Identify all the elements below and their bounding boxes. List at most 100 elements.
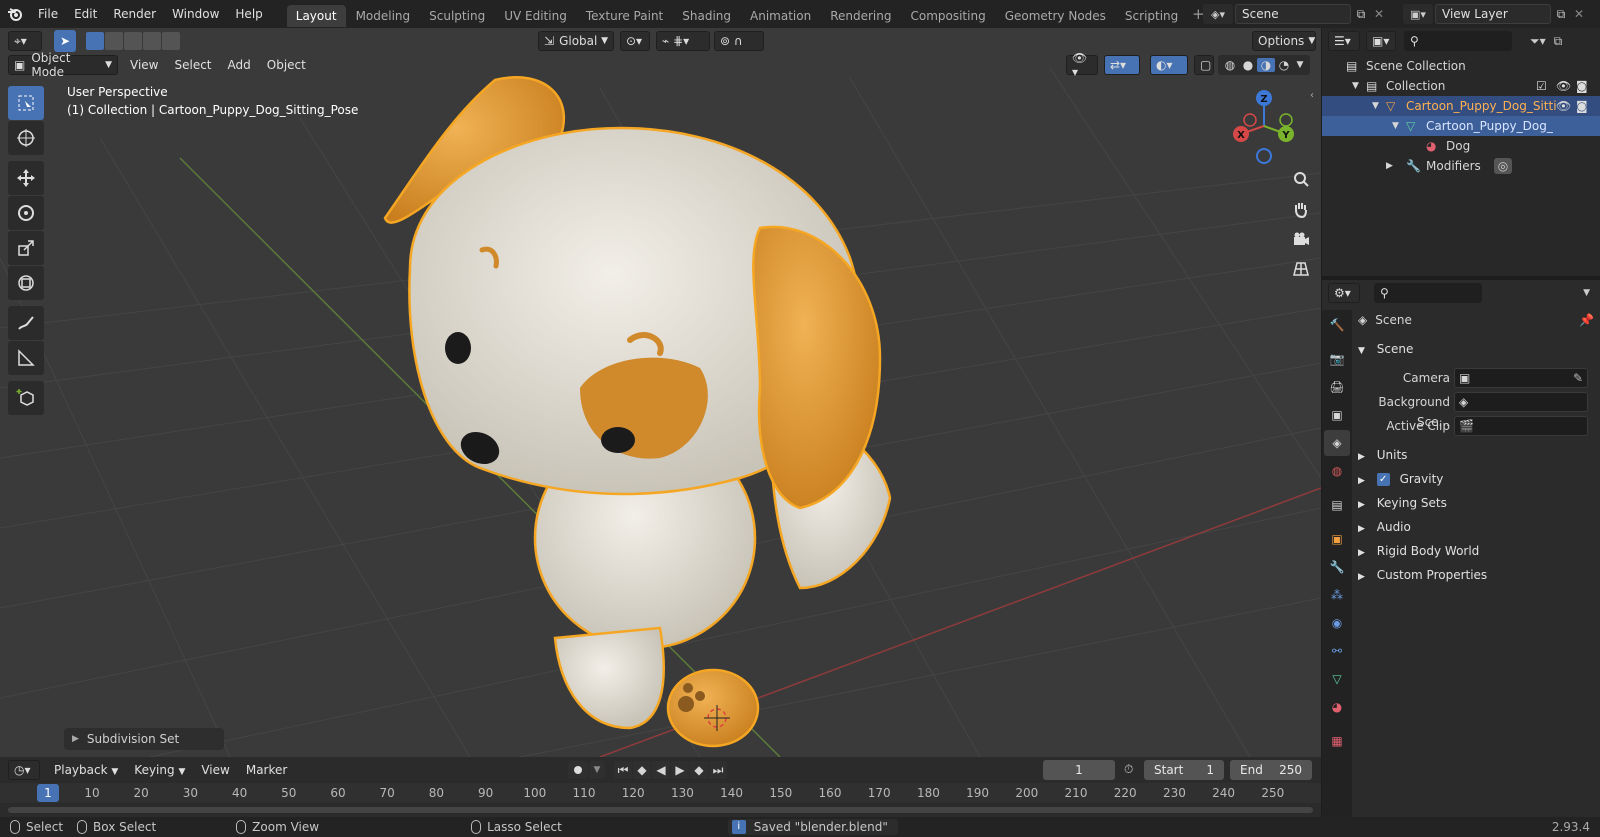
current-frame-field[interactable]: 1 xyxy=(1043,760,1115,780)
play-reverse-icon[interactable]: ◀ xyxy=(652,761,670,779)
physics-tab-icon[interactable]: ◉ xyxy=(1324,610,1350,636)
pin-icon[interactable]: 📌 xyxy=(1579,313,1594,327)
tab-compositing[interactable]: Compositing xyxy=(901,5,994,27)
mode-dropdown[interactable]: ▣ Object Mode ▼ xyxy=(8,51,118,79)
tab-modeling[interactable]: Modeling xyxy=(347,5,420,27)
zoom-icon[interactable] xyxy=(1288,166,1314,192)
overlay-toggle[interactable]: ◐▾ xyxy=(1150,55,1188,75)
output-tab-icon[interactable]: 🖨 xyxy=(1324,374,1350,400)
rotate-tool[interactable] xyxy=(8,196,44,230)
constraints-tab-icon[interactable]: ⚯ xyxy=(1324,638,1350,664)
playback-menu[interactable]: Playback ▼ xyxy=(46,763,126,777)
eye-icon[interactable]: 👁 xyxy=(1556,76,1571,96)
properties-editor-type-icon[interactable]: ⚙▾ xyxy=(1328,283,1360,303)
pivot-point-dropdown[interactable]: ⊙▾ xyxy=(620,31,650,51)
play-icon[interactable]: ▶ xyxy=(671,761,689,779)
timeline-editor-type-icon[interactable]: ◷▾ xyxy=(8,760,40,780)
camera-view-icon[interactable] xyxy=(1288,226,1314,252)
modifier-tab-icon[interactable]: 🔧 xyxy=(1324,554,1350,580)
gizmo-toggle[interactable]: ⇄▾ xyxy=(1104,55,1140,75)
rendered-shading-icon[interactable]: ◔ xyxy=(1275,58,1293,72)
tab-shading[interactable]: Shading xyxy=(673,5,740,27)
object-tab-icon[interactable]: ▣ xyxy=(1324,526,1350,552)
tool-tab-icon[interactable]: 🔨 xyxy=(1324,312,1350,338)
wireframe-shading-icon[interactable]: ◍ xyxy=(1221,58,1239,72)
editor-type-icon[interactable]: ⌖▾ xyxy=(8,31,42,51)
data-tab-icon[interactable]: ▽ xyxy=(1324,666,1350,692)
custom-properties-panel[interactable]: ▶ Custom Properties xyxy=(1358,564,1594,586)
menu-render[interactable]: Render xyxy=(105,0,164,28)
outliner-row-scene-collection[interactable]: ▤ Scene Collection xyxy=(1322,56,1600,76)
tab-geometry-nodes[interactable]: Geometry Nodes xyxy=(996,5,1115,27)
scene-icon[interactable]: ◈▾ xyxy=(1203,4,1233,24)
menu-edit[interactable]: Edit xyxy=(66,0,105,28)
solid-shading-icon[interactable]: ● xyxy=(1239,58,1257,72)
collection-tab-icon[interactable]: ▤ xyxy=(1324,492,1350,518)
transform-tool[interactable] xyxy=(8,266,44,300)
background-scene-field[interactable]: ◈ xyxy=(1454,392,1588,412)
select-menu[interactable]: Select xyxy=(166,58,219,72)
tab-rendering[interactable]: Rendering xyxy=(821,5,900,27)
transform-orientation-dropdown[interactable]: ⇲ Global ▼ xyxy=(538,31,614,51)
camera-render-icon[interactable]: ◙ xyxy=(1576,96,1588,116)
menu-file[interactable]: File xyxy=(30,0,66,28)
world-tab-icon[interactable]: ◍ xyxy=(1324,458,1350,484)
chevron-down-icon[interactable]: ▼ xyxy=(1293,60,1307,70)
last-operator-panel[interactable]: ▶ Subdivision Set xyxy=(64,728,224,750)
gravity-checkbox[interactable]: ✓ xyxy=(1376,473,1390,486)
visibility-dropdown[interactable]: 👁▾ xyxy=(1066,51,1098,79)
chevron-down-icon[interactable]: ▼ xyxy=(1352,76,1359,96)
units-panel[interactable]: ▶ Units xyxy=(1358,444,1594,466)
display-mode-icon[interactable]: ▣▾ xyxy=(1366,31,1396,51)
prev-keyframe-icon[interactable]: ◆ xyxy=(633,761,651,779)
move-tool[interactable] xyxy=(8,161,44,195)
timeline-ruler[interactable]: 1 10 20 30 40 50 60 70 80 90 100 110 120 130 140 150 160… xyxy=(0,783,1321,803)
outliner-row-collection[interactable]: ▼ ▤ Collection ☑ 👁 ◙ xyxy=(1322,76,1600,96)
delete-view-layer-icon[interactable]: ✕ xyxy=(1571,4,1587,24)
gravity-panel[interactable]: ▶ ✓ Gravity xyxy=(1358,468,1594,490)
view-layer-field[interactable]: View Layer xyxy=(1435,4,1551,24)
preview-range-icon[interactable]: ⏱ xyxy=(1124,762,1133,777)
properties-search-input[interactable]: ⚲ xyxy=(1374,283,1482,303)
eyedropper-icon[interactable]: ✎ xyxy=(1573,369,1583,387)
chevron-down-icon[interactable]: ▼ xyxy=(1372,96,1379,116)
navigation-gizmo[interactable]: Z X Y xyxy=(1228,84,1300,164)
scene-tab-icon[interactable]: ◈ xyxy=(1324,430,1350,456)
chevron-down-icon[interactable]: ▼ xyxy=(1392,116,1399,136)
rigid-body-world-panel[interactable]: ▶ Rigid Body World xyxy=(1358,540,1594,562)
object-menu[interactable]: Object xyxy=(259,58,314,72)
material-tab-icon[interactable]: ◕ xyxy=(1324,694,1350,720)
options-dropdown[interactable]: Options ▼ xyxy=(1252,31,1316,51)
outliner-row-material[interactable]: ◕ Dog xyxy=(1322,136,1600,156)
outliner-row-modifiers[interactable]: ▶ 🔧 Modifiers ◎ xyxy=(1322,156,1600,176)
audio-panel[interactable]: ▶ Audio xyxy=(1358,516,1594,538)
scale-tool[interactable] xyxy=(8,231,44,265)
toggle-sidebar-icon[interactable]: ‹ xyxy=(1310,90,1314,101)
select-tool-icon[interactable]: ➤ xyxy=(54,30,76,52)
new-collection-icon[interactable]: ⧉ xyxy=(1554,34,1563,49)
timeline-scrollbar[interactable] xyxy=(8,807,1313,813)
new-scene-icon[interactable]: ⧉ xyxy=(1351,4,1371,24)
cursor-tool[interactable] xyxy=(8,121,44,155)
annotate-tool[interactable] xyxy=(8,306,44,340)
checkbox-icon[interactable]: ☑ xyxy=(1536,76,1547,96)
camera-render-icon[interactable]: ◙ xyxy=(1576,76,1588,96)
eye-icon[interactable]: 👁 xyxy=(1556,96,1571,116)
menu-help[interactable]: Help xyxy=(227,0,270,28)
3d-viewport[interactable]: ⌖▾ ➤ ⇲ Global ▼ ⊙▾ ⌁ ⋕▾ ⊚ ∩ Options ▼ ▣ … xyxy=(0,28,1321,757)
render-tab-icon[interactable]: 📷 xyxy=(1324,346,1350,372)
keying-menu[interactable]: Keying ▼ xyxy=(126,763,193,777)
proportional-edit-toggle[interactable]: ⊚ ∩ xyxy=(714,31,764,51)
view-menu[interactable]: View xyxy=(122,58,166,72)
outliner-row-puppy-mesh[interactable]: ▼ ▽ Cartoon_Puppy_Dog_ xyxy=(1322,116,1600,136)
jump-start-icon[interactable]: ⏮ xyxy=(614,761,632,779)
tab-animation[interactable]: Animation xyxy=(741,5,820,27)
select-box-tool[interactable] xyxy=(8,86,44,120)
chevron-down-icon[interactable]: ▼ xyxy=(1583,288,1590,298)
auto-keying[interactable]: ▼ xyxy=(568,761,605,779)
tab-sculpting[interactable]: Sculpting xyxy=(420,5,494,27)
scene-name-field[interactable]: Scene xyxy=(1235,4,1351,24)
snap-toggle[interactable]: ⌁ ⋕▾ xyxy=(656,31,710,51)
add-menu[interactable]: Add xyxy=(220,58,259,72)
next-keyframe-icon[interactable]: ◆ xyxy=(690,761,708,779)
